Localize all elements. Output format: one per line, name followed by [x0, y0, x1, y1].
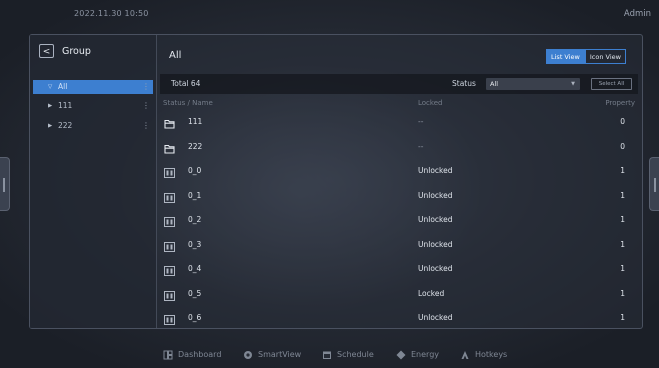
- column-header-locked[interactable]: Locked: [418, 99, 442, 107]
- collapse-arrow-icon[interactable]: ▽: [48, 80, 52, 94]
- view-toggle: List View Icon View: [546, 49, 626, 64]
- row-name: 0_1: [188, 190, 202, 200]
- row-name: 0_3: [188, 239, 202, 249]
- table-row[interactable]: 222 -- 0: [160, 137, 638, 157]
- table-row[interactable]: 0_4 Unlocked 1: [160, 259, 638, 279]
- row-name: 0_5: [188, 288, 202, 298]
- user-name[interactable]: Admin: [624, 9, 651, 19]
- sidebar-title: Group: [62, 46, 91, 57]
- group-content: All List View Icon View Total 64 Status …: [157, 35, 642, 328]
- group-sidebar: < Group ▽ All ⋮ ▶ 111 ⋮ ▶ 222 ⋮: [30, 35, 157, 328]
- chevron-down-icon: ▼: [571, 81, 575, 87]
- table-row[interactable]: 0_2 Unlocked 1: [160, 210, 638, 230]
- row-locked-status: Unlocked: [418, 313, 453, 322]
- nav-label: Dashboard: [178, 350, 222, 359]
- select-all-button[interactable]: Select All: [591, 78, 632, 90]
- device-icon: [164, 264, 175, 276]
- list-view-button[interactable]: List View: [546, 49, 585, 64]
- row-property: 1: [620, 190, 625, 200]
- table-row[interactable]: 0_6 Unlocked 1: [160, 308, 638, 328]
- top-bar: 2022.11.30 10:50 Admin: [0, 0, 659, 30]
- device-icon: [164, 166, 175, 178]
- device-icon: [164, 215, 175, 227]
- tree-item-label: 111: [58, 101, 73, 110]
- right-drawer-handle[interactable]: [649, 157, 659, 211]
- energy-icon: [396, 350, 406, 360]
- row-property: 1: [620, 264, 625, 273]
- table-row[interactable]: 111 -- 0: [160, 112, 638, 132]
- tree-item-111[interactable]: ▶ 111 ⋮: [33, 99, 153, 113]
- row-property: 1: [620, 313, 625, 322]
- row-locked-status: Unlocked: [418, 190, 453, 200]
- grip-icon: [654, 178, 656, 192]
- row-locked-status: Unlocked: [418, 239, 453, 249]
- row-name: 0_6: [188, 313, 202, 322]
- row-property: 0: [620, 141, 625, 151]
- icon-view-button[interactable]: Icon View: [584, 49, 626, 64]
- more-options-icon[interactable]: ⋮: [142, 119, 150, 133]
- tree-item-all[interactable]: ▽ All ⋮: [33, 80, 153, 94]
- nav-label: Energy: [411, 350, 440, 359]
- table-row[interactable]: 0_1 Unlocked 1: [160, 186, 638, 206]
- row-locked-status: Unlocked: [418, 215, 453, 224]
- row-property: 1: [620, 166, 625, 175]
- table-header: Status / Name Locked Property: [160, 99, 638, 111]
- row-name: 222: [188, 141, 203, 151]
- status-filter-label: Status: [452, 79, 476, 88]
- status-filter-select[interactable]: All ▼: [486, 78, 580, 90]
- left-drawer-handle[interactable]: [0, 157, 10, 211]
- smartview-icon: [244, 351, 252, 359]
- more-options-icon[interactable]: ⋮: [142, 99, 150, 113]
- column-header-name[interactable]: Status / Name: [163, 99, 213, 107]
- folder-icon: [164, 142, 175, 154]
- schedule-icon: [323, 351, 331, 359]
- hotkeys-icon: [461, 351, 469, 359]
- row-property: 1: [620, 288, 625, 298]
- device-icon: [164, 313, 175, 325]
- row-locked-status: Locked: [418, 288, 445, 298]
- tree-item-222[interactable]: ▶ 222 ⋮: [33, 119, 153, 133]
- device-icon: [164, 289, 175, 301]
- device-icon: [164, 240, 175, 252]
- row-property: 1: [620, 239, 625, 249]
- device-icon: [164, 191, 175, 203]
- row-locked-status: --: [418, 141, 424, 151]
- nav-label: Hotkeys: [475, 350, 508, 359]
- nav-label: Schedule: [337, 350, 374, 359]
- row-property: 1: [620, 215, 625, 224]
- status-filter-value: All: [490, 80, 499, 88]
- back-button[interactable]: <: [39, 44, 54, 58]
- table-row[interactable]: 0_0 Unlocked 1: [160, 161, 638, 181]
- row-name: 111: [188, 117, 203, 126]
- table-row[interactable]: 0_5 Locked 1: [160, 284, 638, 304]
- folder-icon: [164, 117, 175, 129]
- table-row[interactable]: 0_3 Unlocked 1: [160, 235, 638, 255]
- row-locked-status: --: [418, 117, 424, 126]
- tree-item-label: 222: [58, 121, 73, 130]
- total-count: Total 64: [171, 79, 201, 88]
- nav-label: SmartView: [258, 350, 302, 359]
- expand-arrow-icon[interactable]: ▶: [48, 99, 52, 113]
- date-time: 2022.11.30 10:50: [74, 9, 149, 18]
- row-name: 0_2: [188, 215, 202, 224]
- row-property: 0: [620, 117, 625, 126]
- row-name: 0_0: [188, 166, 202, 175]
- group-panel: < Group ▽ All ⋮ ▶ 111 ⋮ ▶ 222 ⋮ All List…: [29, 34, 643, 329]
- dashboard-icon: [163, 350, 173, 360]
- row-locked-status: Unlocked: [418, 166, 453, 175]
- filter-toolbar: Total 64 Status All ▼ Select All: [160, 74, 638, 94]
- more-options-icon[interactable]: ⋮: [142, 80, 150, 94]
- grip-icon: [3, 178, 5, 192]
- page-title: All: [169, 50, 182, 61]
- bottom-nav: Dashboard SmartView Schedule Energy Hotk…: [0, 340, 659, 368]
- tree-item-label: All: [58, 82, 68, 91]
- expand-arrow-icon[interactable]: ▶: [48, 119, 52, 133]
- column-header-property[interactable]: Property: [605, 99, 635, 107]
- row-locked-status: Unlocked: [418, 264, 453, 273]
- row-name: 0_4: [188, 264, 202, 273]
